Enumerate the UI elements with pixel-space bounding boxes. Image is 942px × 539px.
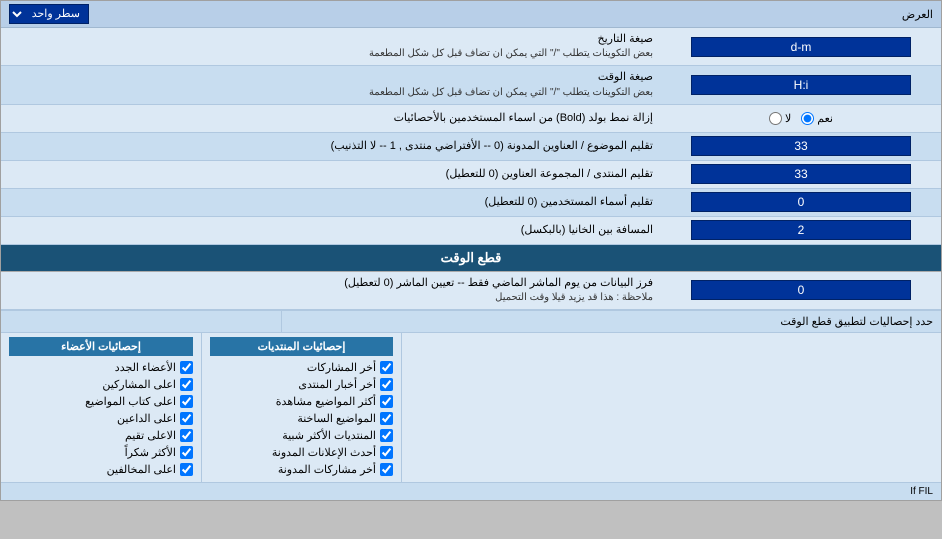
spacing-label: المسافة بين الخانيا (بالبكسل) (1, 219, 661, 242)
stat-7: أخر مشاركات المدونة (210, 461, 393, 478)
stats-description-area (401, 333, 941, 482)
mstat-7-label: اعلى المخالفين (107, 463, 176, 476)
stat-4: المواضيع الساخنة (210, 410, 393, 427)
date-format-label: صيغة التاريخ بعض التكوينات يتطلب "/" الت… (1, 28, 661, 65)
spacing-input-cell (661, 218, 941, 242)
stat-2-label: أخر أخبار المنتدى (298, 378, 376, 391)
mstat-4-checkbox[interactable] (180, 412, 193, 425)
top-label: العرض (902, 8, 933, 21)
forum-stats-title: إحصائيات المنتديات (210, 337, 393, 356)
radio-no[interactable] (769, 112, 782, 125)
forum-trim-row: تقليم المنتدى / المجموعة العناوين (0 للت… (1, 161, 941, 189)
stat-4-label: المواضيع الساخنة (297, 412, 376, 425)
mstat-5: الاعلى تقيم (9, 427, 193, 444)
username-trim-label: تقليم أسماء المستخدمين (0 للتعطيل) (1, 191, 661, 214)
mstat-3: اعلى كتاب المواضيع (9, 393, 193, 410)
stats-apply-label: حدد إحصاليات لتطبيق قطع الوقت (281, 311, 941, 332)
member-stats-title: إحصائيات الأعضاء (9, 337, 193, 356)
forum-trim-input[interactable] (691, 164, 911, 184)
mstat-3-label: اعلى كتاب المواضيع (85, 395, 176, 408)
mstat-2-checkbox[interactable] (180, 378, 193, 391)
top-bar: العرض سطر واحد سطرين ثلاثة أسطر (1, 1, 941, 28)
forum-stats-col: إحصائيات المنتديات أخر المشاركات أخر أخب… (201, 333, 401, 482)
stats-columns-container: إحصائيات المنتديات أخر المشاركات أخر أخب… (1, 333, 941, 482)
stat-1-checkbox[interactable] (380, 361, 393, 374)
mstat-2-label: اعلى المشاركين (102, 378, 176, 391)
mstat-6-label: الأكثر شكراً (125, 446, 176, 459)
stat-5-label: المنتديات الأكثر شبية (282, 429, 376, 442)
stat-7-label: أخر مشاركات المدونة (278, 463, 376, 476)
cutoff-label: فرز البيانات من يوم الماشر الماضي فقط --… (1, 272, 661, 309)
stat-6: أحدث الإعلانات المدونة (210, 444, 393, 461)
mstat-5-label: الاعلى تقيم (125, 429, 176, 442)
forum-trim-input-cell (661, 162, 941, 186)
time-format-label: صيغة الوقت بعض التكوينات يتطلب "/" التي … (1, 66, 661, 103)
stat-3: أكثر المواضيع مشاهدة (210, 393, 393, 410)
mstat-4-label: اعلى الداعين (117, 412, 176, 425)
bold-removal-input-cell: نعم لا (661, 110, 941, 127)
date-format-input-cell (661, 35, 941, 59)
mstat-1-checkbox[interactable] (180, 361, 193, 374)
stats-header: حدد إحصاليات لتطبيق قطع الوقت (1, 311, 941, 333)
main-container: العرض سطر واحد سطرين ثلاثة أسطر صيغة الت… (0, 0, 942, 501)
mstat-6-checkbox[interactable] (180, 446, 193, 459)
time-format-input[interactable] (691, 75, 911, 95)
spacing-input[interactable] (691, 220, 911, 240)
mstat-5-checkbox[interactable] (180, 429, 193, 442)
stat-3-label: أكثر المواضيع مشاهدة (276, 395, 376, 408)
bold-removal-row: نعم لا إزالة نمط بولد (Bold) من اسماء ال… (1, 105, 941, 133)
stat-6-label: أحدث الإعلانات المدونة (272, 446, 376, 459)
mstat-6: الأكثر شكراً (9, 444, 193, 461)
mstat-4: اعلى الداعين (9, 410, 193, 427)
cutoff-input-cell (661, 278, 941, 302)
forum-trim-label: تقليم المنتدى / المجموعة العناوين (0 للت… (1, 163, 661, 186)
topic-trim-input-cell (661, 134, 941, 158)
stat-5-checkbox[interactable] (380, 429, 393, 442)
topic-trim-row: تقليم الموضوع / العناوين المدونة (0 -- ا… (1, 133, 941, 161)
stat-4-checkbox[interactable] (380, 412, 393, 425)
stat-7-checkbox[interactable] (380, 463, 393, 476)
date-format-input[interactable] (691, 37, 911, 57)
mstat-7-checkbox[interactable] (180, 463, 193, 476)
username-trim-row: تقليم أسماء المستخدمين (0 للتعطيل) (1, 189, 941, 217)
date-format-row: صيغة التاريخ بعض التكوينات يتطلب "/" الت… (1, 28, 941, 66)
mstat-1-label: الأعضاء الجدد (115, 361, 176, 374)
spacing-row: المسافة بين الخانيا (بالبكسل) (1, 217, 941, 245)
if-fil-text: If FIL (910, 486, 933, 497)
topic-trim-input[interactable] (691, 136, 911, 156)
mstat-7: اعلى المخالفين (9, 461, 193, 478)
mstat-3-checkbox[interactable] (180, 395, 193, 408)
display-select[interactable]: سطر واحد سطرين ثلاثة أسطر (9, 4, 89, 24)
radio-yes-label[interactable]: نعم (801, 112, 833, 125)
bottom-note-row: If FIL (1, 482, 941, 500)
username-trim-input-cell (661, 190, 941, 214)
radio-yes[interactable] (801, 112, 814, 125)
stat-1: أخر المشاركات (210, 359, 393, 376)
mstat-2: اعلى المشاركين (9, 376, 193, 393)
stat-5: المنتديات الأكثر شبية (210, 427, 393, 444)
time-format-row: صيغة الوقت بعض التكوينات يتطلب "/" التي … (1, 66, 941, 104)
time-format-input-cell (661, 73, 941, 97)
cutoff-input[interactable] (691, 280, 911, 300)
cutoff-section-header: قطع الوقت (1, 245, 941, 272)
stat-2: أخر أخبار المنتدى (210, 376, 393, 393)
stat-2-checkbox[interactable] (380, 378, 393, 391)
stats-section: حدد إحصاليات لتطبيق قطع الوقت إحصائيات ا… (1, 310, 941, 500)
topic-trim-label: تقليم الموضوع / العناوين المدونة (0 -- ا… (1, 135, 661, 158)
bold-removal-label: إزالة نمط بولد (Bold) من اسماء المستخدمي… (1, 107, 661, 130)
cutoff-row: فرز البيانات من يوم الماشر الماضي فقط --… (1, 272, 941, 310)
member-stats-col: إحصائيات الأعضاء الأعضاء الجدد اعلى المش… (1, 333, 201, 482)
stat-3-checkbox[interactable] (380, 395, 393, 408)
mstat-1: الأعضاء الجدد (9, 359, 193, 376)
stat-6-checkbox[interactable] (380, 446, 393, 459)
bold-radio-group: نعم لا (769, 112, 833, 125)
stat-1-label: أخر المشاركات (307, 361, 376, 374)
stats-cols-header (1, 311, 281, 332)
username-trim-input[interactable] (691, 192, 911, 212)
radio-no-label[interactable]: لا (769, 112, 791, 125)
